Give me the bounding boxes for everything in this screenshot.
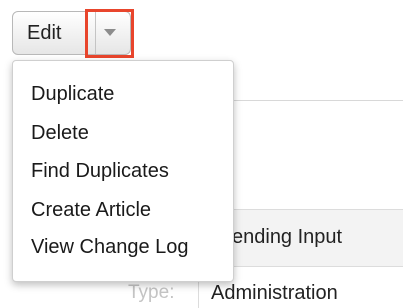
- edit-button[interactable]: Edit: [27, 22, 61, 45]
- type-field-value: Administration: [211, 282, 338, 304]
- menu-item-delete[interactable]: Delete: [31, 122, 89, 145]
- menu-item-create-article[interactable]: Create Article: [31, 199, 151, 222]
- actions-menu: Duplicate Delete Find Duplicates Create …: [12, 60, 234, 282]
- menu-item-find-duplicates[interactable]: Find Duplicates: [31, 160, 169, 183]
- menu-item-view-change-log[interactable]: View Change Log: [31, 236, 189, 259]
- status-field-value: ending Input: [232, 226, 343, 248]
- type-field-label: Type:: [128, 282, 175, 303]
- record-divider: [232, 100, 403, 101]
- highlight-box: [85, 9, 134, 58]
- menu-item-duplicate[interactable]: Duplicate: [31, 83, 114, 106]
